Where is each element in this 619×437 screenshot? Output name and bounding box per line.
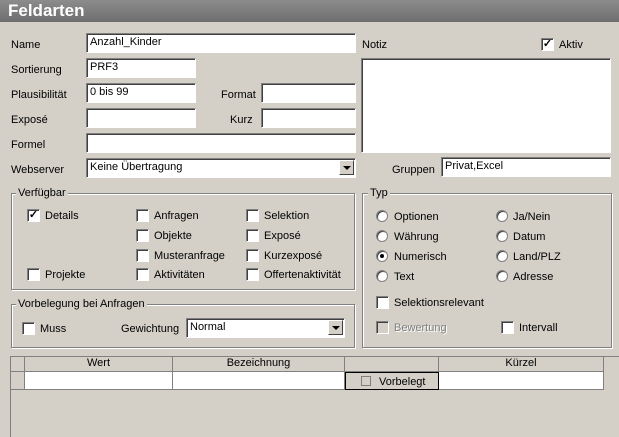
objekte-checkbox[interactable] (136, 229, 149, 242)
grid-corner (11, 357, 25, 372)
aktivitaeten-checkbox[interactable] (136, 268, 149, 281)
text-label: Text (394, 271, 415, 283)
webserver-value: Keine Übertragung (90, 161, 183, 173)
details-label: Details (45, 210, 79, 222)
muss-label: Muss (40, 323, 67, 335)
intervall-label: Intervall (519, 322, 558, 334)
projekte-label: Projekte (45, 269, 86, 281)
expose-check-label: Exposé (264, 230, 301, 242)
chevron-down-icon[interactable] (339, 160, 354, 175)
vorbelegt-checkbox[interactable] (361, 376, 371, 386)
gruppen-label: Gruppen (392, 164, 435, 176)
formel-label: Formel (11, 139, 46, 151)
musteranfrage-label: Musteranfrage (154, 250, 225, 262)
details-checkbox[interactable]: ✓ (27, 209, 40, 222)
datum-label: Datum (513, 231, 546, 243)
format-field[interactable] (261, 83, 356, 103)
expose-field[interactable] (86, 108, 196, 128)
plausibilitaet-field[interactable]: 0 bis 99 (86, 83, 196, 103)
formel-field[interactable] (86, 133, 356, 153)
format-label: Format (221, 89, 256, 101)
kurz-field[interactable] (261, 108, 356, 128)
cell-kuerzel[interactable] (439, 372, 604, 390)
radio-optionen[interactable] (376, 210, 388, 222)
aktivitaeten-label: Aktivitäten (154, 269, 205, 281)
col-header-kuerzel[interactable]: Kürzel (439, 357, 604, 372)
anfragen-label: Anfragen (154, 210, 199, 222)
gewichtung-value: Normal (190, 321, 226, 333)
vorbelegt-label: Vorbelegt (379, 376, 426, 388)
bewertung-label: Bewertung (394, 322, 447, 334)
checkmark-icon: ✓ (542, 38, 553, 50)
notiz-label: Notiz (362, 39, 388, 51)
chevron-down-icon[interactable] (328, 320, 343, 335)
janein-label: Ja/Nein (513, 211, 551, 223)
radio-selected-dot (380, 254, 384, 258)
landplz-label: Land/PLZ (513, 251, 561, 263)
anfragen-checkbox[interactable] (136, 209, 149, 222)
window-title: Feldarten (0, 0, 619, 22)
values-grid[interactable]: Wert Bezeichnung Kürzel Vorbelegt (10, 356, 619, 437)
radio-text[interactable] (376, 270, 388, 282)
intervall-checkbox[interactable] (501, 321, 514, 334)
radio-numerisch[interactable] (376, 250, 388, 262)
cell-bezeichnung[interactable] (173, 372, 345, 390)
expose-checkbox[interactable] (246, 229, 259, 242)
sortierung-label: Sortierung (11, 64, 62, 76)
kurzexpose-checkbox[interactable] (246, 249, 259, 262)
sortierung-field[interactable]: PRF3 (86, 58, 196, 78)
radio-adresse[interactable] (496, 270, 508, 282)
waehrung-label: Währung (394, 231, 439, 243)
col-header-bezeichnung[interactable]: Bezeichnung (173, 357, 345, 372)
plausibilitaet-label: Plausibilität (11, 89, 67, 101)
selektion-label: Selektion (264, 210, 310, 222)
cell-vorbelegt[interactable]: Vorbelegt (345, 372, 439, 390)
kurzexpose-label: Kurzexposé (264, 250, 323, 262)
optionen-label: Optionen (394, 211, 439, 223)
radio-janein[interactable] (496, 210, 508, 222)
verfuegbar-title: Verfügbar (16, 187, 68, 200)
muss-checkbox[interactable] (22, 322, 35, 335)
aktiv-label: Aktiv (559, 39, 583, 51)
typ-title: Typ (368, 187, 390, 200)
adresse-label: Adresse (513, 271, 554, 283)
projekte-checkbox[interactable] (27, 268, 40, 281)
col-header-vorbelegt[interactable] (345, 357, 439, 372)
kurz-label: Kurz (230, 114, 253, 126)
gruppen-field[interactable]: Privat,Excel (441, 157, 611, 177)
offertenaktivitaet-checkbox[interactable] (246, 268, 259, 281)
expose-label: Exposé (11, 114, 48, 126)
checkmark-icon: ✓ (28, 209, 39, 221)
gewichtung-label: Gewichtung (121, 323, 180, 335)
radio-datum[interactable] (496, 230, 508, 242)
name-field[interactable]: Anzahl_Kinder (86, 33, 356, 53)
notiz-textarea[interactable] (361, 58, 611, 153)
radio-landplz[interactable] (496, 250, 508, 262)
radio-waehrung[interactable] (376, 230, 388, 242)
cell-wert[interactable] (25, 372, 173, 390)
aktiv-checkbox[interactable]: ✓ (541, 38, 554, 51)
numerisch-label: Numerisch (394, 251, 447, 263)
vorbelegung-title: Vorbelegung bei Anfragen (16, 298, 147, 311)
bewertung-checkbox (376, 321, 389, 334)
name-label: Name (11, 39, 41, 51)
musteranfrage-checkbox[interactable] (136, 249, 149, 262)
objekte-label: Objekte (154, 230, 192, 242)
gewichtung-dropdown[interactable]: Normal (186, 318, 345, 338)
row-selector[interactable] (11, 372, 25, 390)
webserver-label: Webserver (11, 164, 64, 176)
selektionsrelevant-label: Selektionsrelevant (394, 297, 484, 309)
col-header-wert[interactable]: Wert (25, 357, 173, 372)
selektionsrelevant-checkbox[interactable] (376, 296, 389, 309)
webserver-dropdown[interactable]: Keine Übertragung (86, 158, 356, 178)
offertenaktivitaet-label: Offertenaktivität (264, 269, 341, 281)
selektion-checkbox[interactable] (246, 209, 259, 222)
